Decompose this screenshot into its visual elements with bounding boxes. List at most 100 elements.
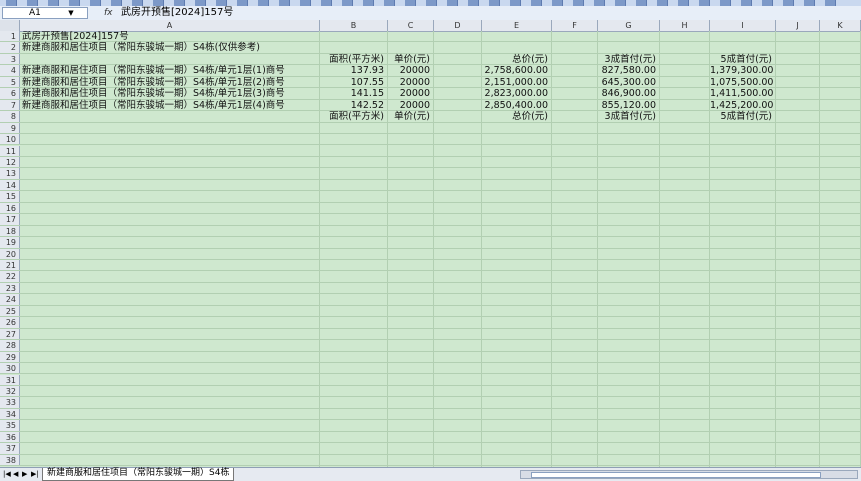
cell-a6[interactable]: 新建商服和居住项目（常阳东骏城一期）S4栋/单元1层(3)商号 — [22, 88, 285, 99]
column-header-j[interactable]: J — [776, 20, 820, 31]
cell-c8[interactable]: 单价(元) — [388, 111, 430, 122]
scroll-thumb[interactable] — [531, 472, 821, 478]
row-header[interactable]: 35 — [0, 420, 20, 431]
row-header[interactable]: 2 — [0, 42, 20, 53]
cell-a2[interactable]: 新建商服和居住项目（常阳东骏城一期）S4栋(仅供参考) — [22, 42, 260, 53]
cell-e7[interactable]: 2,850,400.00 — [482, 100, 548, 111]
formula-input[interactable]: 武房开预售[2024]157号 — [121, 6, 233, 20]
cell-a7[interactable]: 新建商服和居住项目（常阳东骏城一期）S4栋/单元1层(4)商号 — [22, 100, 285, 111]
row-header[interactable]: 37 — [0, 443, 20, 454]
cell-a5[interactable]: 新建商服和居住项目（常阳东骏城一期）S4栋/单元1层(2)商号 — [22, 77, 285, 88]
row-header[interactable]: 31 — [0, 374, 20, 385]
cell-b8[interactable]: 面积(平方米) — [320, 111, 384, 122]
column-header-i[interactable]: I — [710, 20, 776, 31]
cell-c5[interactable]: 20000 — [388, 77, 430, 88]
row-header[interactable]: 22 — [0, 271, 20, 282]
row-header[interactable]: 4 — [0, 65, 20, 76]
first-sheet-icon[interactable]: |◀ — [3, 468, 11, 480]
cell-g7[interactable]: 855,120.00 — [598, 100, 656, 111]
row-header[interactable]: 28 — [0, 340, 20, 351]
cell-i5[interactable]: 1,075,500.00 — [710, 77, 773, 88]
cell-b7[interactable]: 142.52 — [320, 100, 384, 111]
column-header-a[interactable]: A — [20, 20, 320, 31]
column-header-k[interactable]: K — [820, 20, 861, 31]
row-header[interactable]: 10 — [0, 134, 20, 145]
cell-e8[interactable]: 总价(元) — [482, 111, 548, 122]
row-header[interactable]: 27 — [0, 328, 20, 340]
column-header-f[interactable]: F — [552, 20, 598, 31]
row-header[interactable]: 5 — [0, 76, 20, 88]
row-header[interactable]: 11 — [0, 145, 20, 156]
row-header[interactable]: 17 — [0, 214, 20, 225]
table-row: 31 — [0, 374, 861, 386]
cell-b3[interactable]: 面积(平方米) — [320, 54, 384, 65]
column-header-d[interactable]: D — [434, 20, 482, 31]
cell-a1[interactable]: 武房开预售[2024]157号 — [22, 31, 129, 42]
cell-e3[interactable]: 总价(元) — [482, 54, 548, 65]
row-header[interactable]: 25 — [0, 305, 20, 317]
column-header-h[interactable]: H — [660, 20, 710, 31]
cell-i8[interactable]: 5成首付(元) — [710, 111, 772, 122]
row-header[interactable]: 3 — [0, 53, 20, 65]
cell-g5[interactable]: 645,300.00 — [598, 77, 656, 88]
column-header-b[interactable]: B — [320, 20, 388, 31]
column-header-c[interactable]: C — [388, 20, 434, 31]
gridline — [481, 31, 482, 467]
cell-g6[interactable]: 846,900.00 — [598, 88, 656, 99]
cell-grid[interactable]: 1 武房开预售[2024]157号 2 新建商服和居住项目（常阳东骏城一期）S4栋(仅… — [0, 31, 861, 467]
row-header[interactable]: 7 — [0, 99, 20, 111]
last-sheet-icon[interactable]: ▶| — [31, 468, 39, 480]
cell-b4[interactable]: 137.93 — [320, 65, 384, 76]
row-header[interactable]: 6 — [0, 88, 20, 99]
cell-b6[interactable]: 141.15 — [320, 88, 384, 99]
row-header[interactable]: 1 — [0, 31, 20, 42]
sheet-tab[interactable]: 新建商服和居住项目（常阳东骏城一期）S4栋 — [42, 468, 235, 481]
row-header[interactable]: 14 — [0, 179, 20, 191]
row-header[interactable]: 29 — [0, 351, 20, 363]
cell-g3[interactable]: 3成首付(元) — [598, 54, 656, 65]
cell-i4[interactable]: 1,379,300.00 — [710, 65, 773, 76]
row-header[interactable]: 30 — [0, 363, 20, 374]
row-header[interactable]: 12 — [0, 156, 20, 168]
row-header[interactable]: 20 — [0, 248, 20, 259]
cell-c4[interactable]: 20000 — [388, 65, 430, 76]
cell-a4[interactable]: 新建商服和居住项目（常阳东骏城一期）S4栋/单元1层(1)商号 — [22, 65, 285, 76]
cell-e5[interactable]: 2,151,000.00 — [482, 77, 548, 88]
row-header[interactable]: 16 — [0, 202, 20, 214]
cell-c7[interactable]: 20000 — [388, 100, 430, 111]
cell-g4[interactable]: 827,580.00 — [598, 65, 656, 76]
row-header[interactable]: 9 — [0, 122, 20, 134]
row-header[interactable]: 21 — [0, 260, 20, 271]
row-header[interactable]: 36 — [0, 431, 20, 443]
row-header[interactable]: 38 — [0, 454, 20, 466]
cell-c3[interactable]: 单价(元) — [388, 54, 430, 65]
select-all-corner[interactable] — [0, 20, 20, 31]
row-header[interactable]: 13 — [0, 168, 20, 179]
row-header[interactable]: 26 — [0, 317, 20, 328]
row-header[interactable]: 33 — [0, 397, 20, 408]
cell-i3[interactable]: 5成首付(元) — [710, 54, 772, 65]
row-header[interactable]: 8 — [0, 111, 20, 122]
cell-e4[interactable]: 2,758,600.00 — [482, 65, 548, 76]
row-header[interactable]: 19 — [0, 237, 20, 248]
horizontal-scrollbar[interactable] — [520, 470, 858, 479]
cell-i6[interactable]: 1,411,500.00 — [710, 88, 773, 99]
next-sheet-icon[interactable]: ▶ — [22, 468, 27, 480]
column-header-e[interactable]: E — [482, 20, 552, 31]
chevron-down-icon[interactable]: ▼ — [66, 7, 76, 19]
row-header[interactable]: 23 — [0, 282, 20, 294]
prev-sheet-icon[interactable]: ◀ — [13, 468, 18, 480]
row-header[interactable]: 24 — [0, 294, 20, 305]
row-header[interactable]: 34 — [0, 408, 20, 420]
column-header-g[interactable]: G — [598, 20, 660, 31]
cell-e6[interactable]: 2,823,000.00 — [482, 88, 548, 99]
row-header[interactable]: 15 — [0, 191, 20, 202]
cell-b5[interactable]: 107.55 — [320, 77, 384, 88]
cell-c6[interactable]: 20000 — [388, 88, 430, 99]
cell-i7[interactable]: 1,425,200.00 — [710, 100, 773, 111]
table-row: 36 — [0, 431, 861, 444]
fx-icon[interactable]: fx — [104, 6, 113, 20]
cell-g8[interactable]: 3成首付(元) — [598, 111, 656, 122]
row-header[interactable]: 18 — [0, 225, 20, 237]
row-header[interactable]: 32 — [0, 385, 20, 397]
